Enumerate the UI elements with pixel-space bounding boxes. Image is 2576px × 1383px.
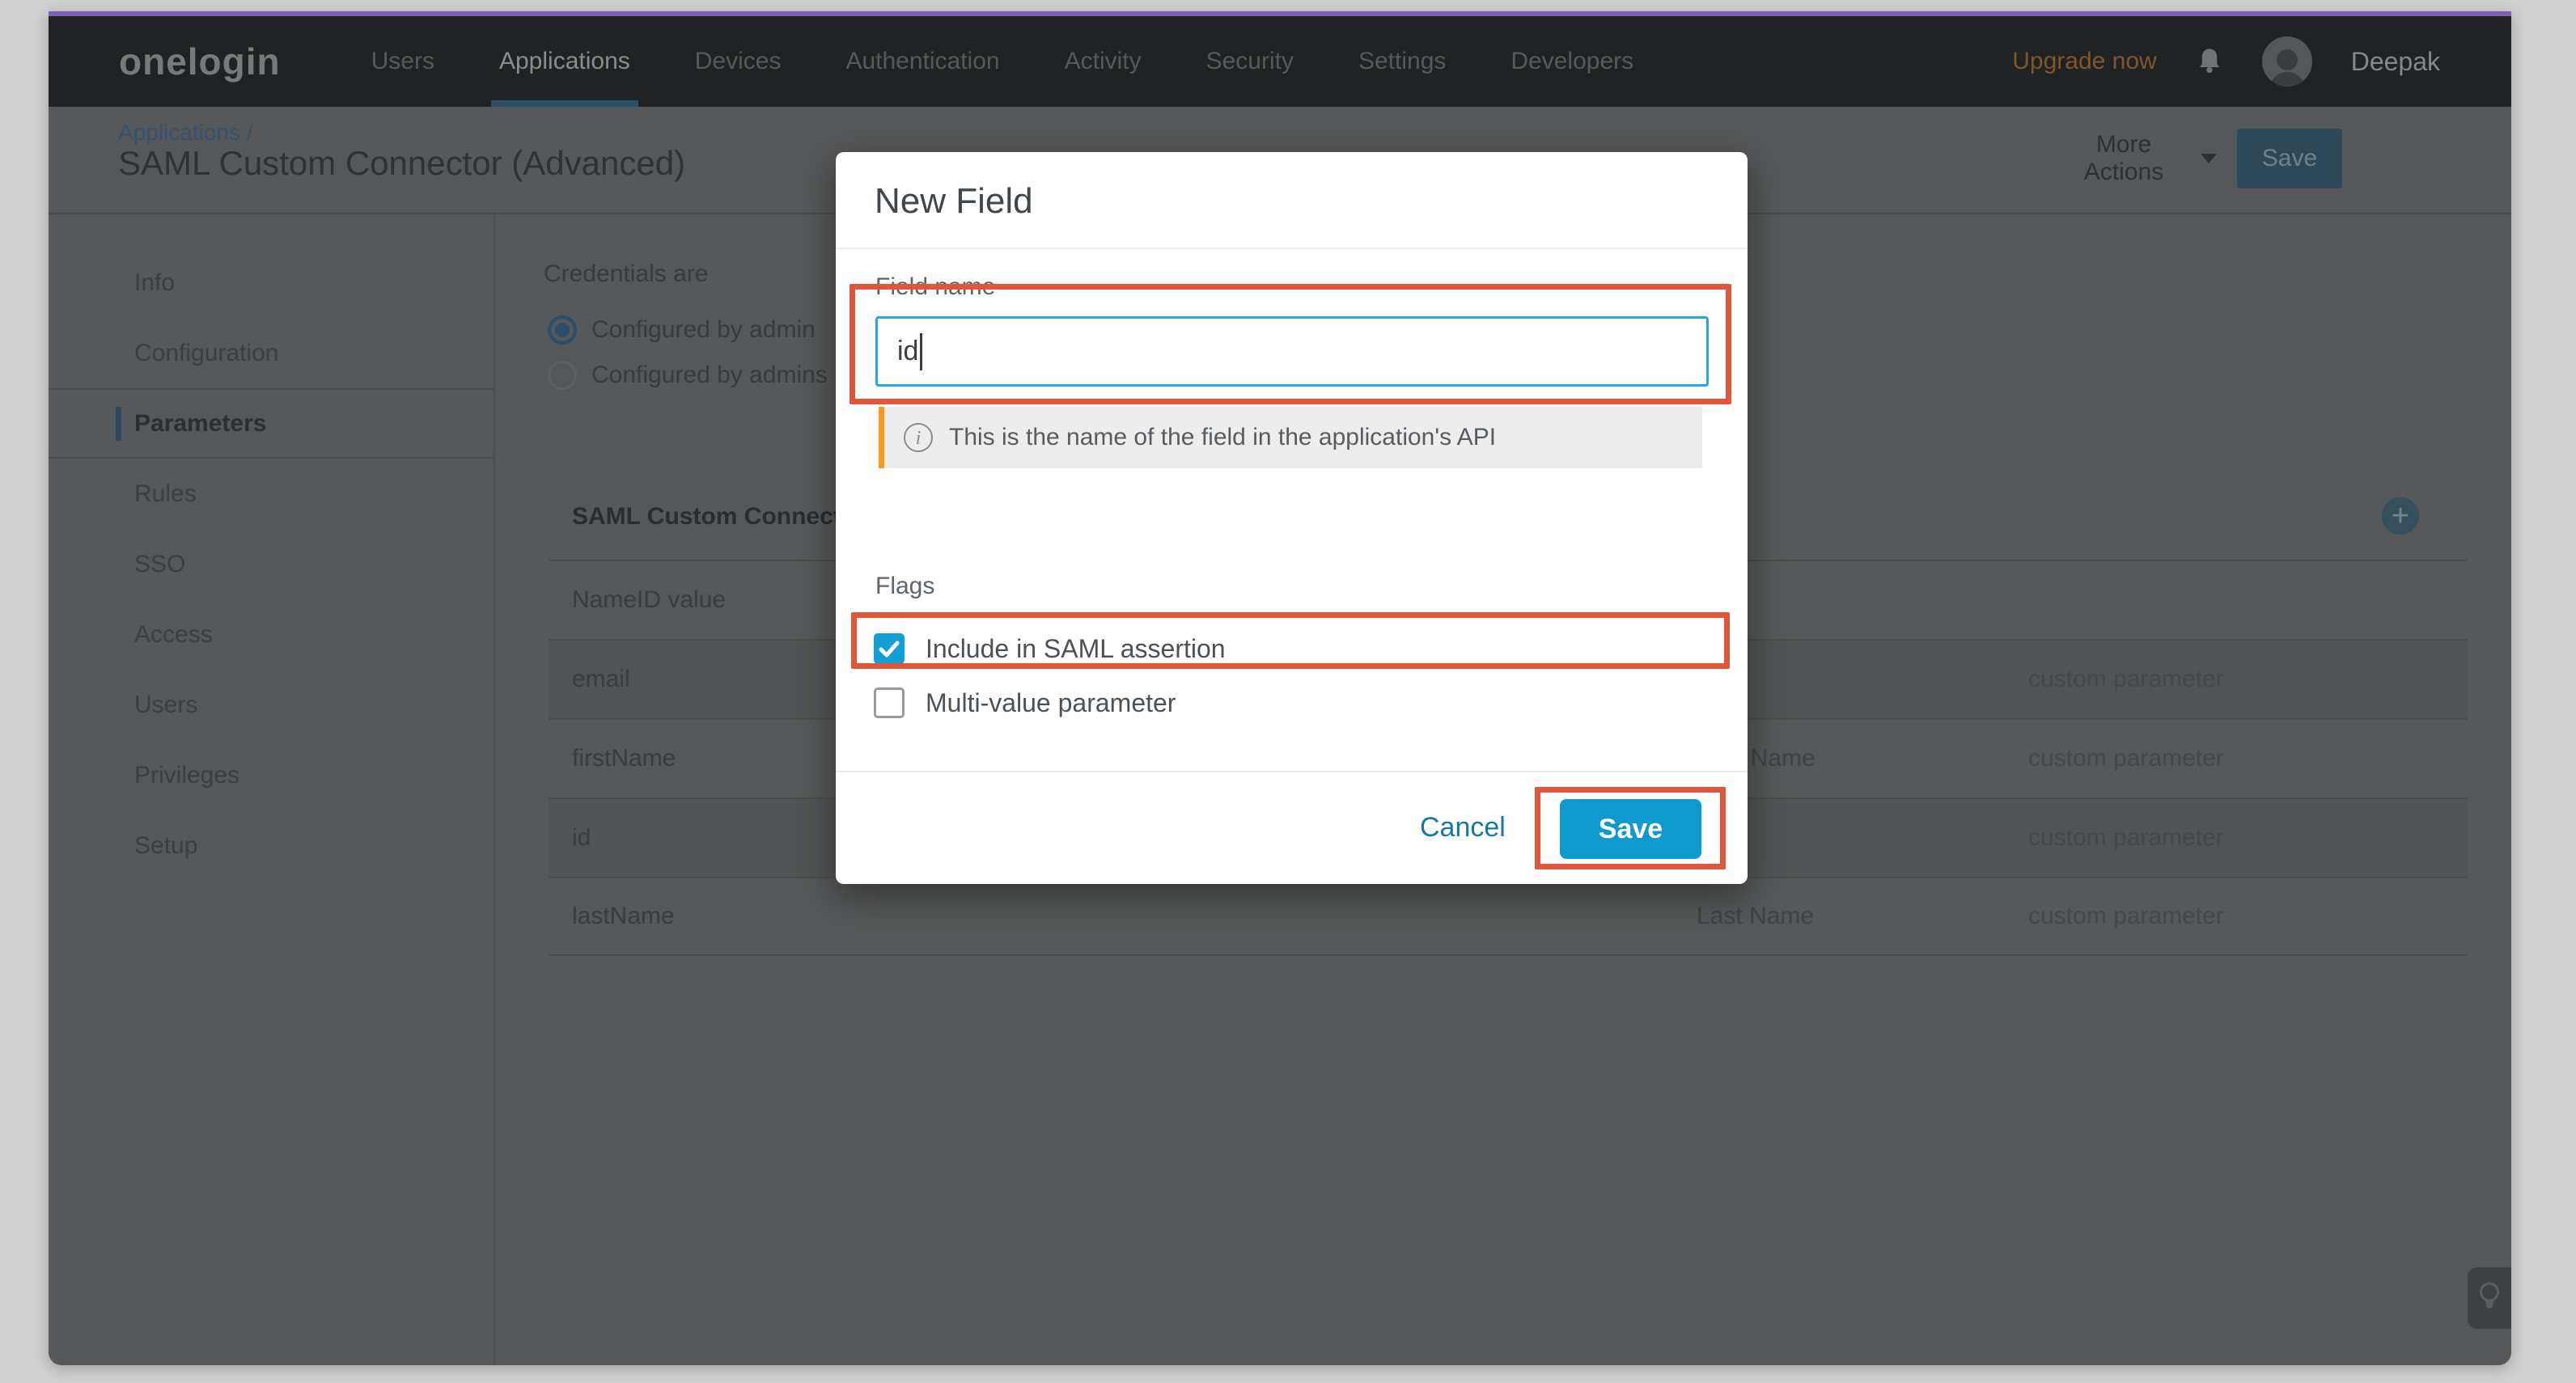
modal-title: New Field [875,181,1033,222]
info-icon: i [904,423,933,452]
user-name: Deepak [2351,47,2440,77]
sidebar-item-parameters[interactable]: Parameters [49,388,494,459]
new-field-modal: New Field Field name id i This is the na… [836,152,1748,884]
top-nav: onelogin Users Applications Devices Auth… [49,16,2511,107]
table-row[interactable]: lastName Last Name custom parameter [549,877,2468,956]
sidebar-item-access[interactable]: Access [49,599,494,670]
flags-label: Flags [875,573,934,600]
modal-title-divider [836,247,1748,249]
nav-item-authentication[interactable]: Authentication [845,16,999,107]
modal-save-button[interactable]: Save [1560,799,1701,859]
row-field-name: firstName [572,745,676,772]
modal-footer-divider [836,771,1748,772]
nav-item-applications[interactable]: Applications [499,16,630,107]
sidebar-item-rules[interactable]: Rules [49,459,494,529]
sidebar-item-users[interactable]: Users [49,670,494,740]
sidebar-item-setup[interactable]: Setup [49,810,494,881]
more-actions-label: More Actions [2058,131,2189,186]
row-field-name: email [572,666,630,693]
field-name-input-value: id [897,336,918,367]
field-name-info-box: i This is the name of the field in the a… [879,407,1702,468]
checkbox-label: Multi-value parameter [926,688,1176,718]
row-tag: custom parameter [2028,824,2224,852]
add-parameter-button[interactable]: + [2382,497,2419,535]
active-tab-underline [491,100,638,107]
breadcrumb[interactable]: Applications / [118,120,253,146]
upgrade-now-link[interactable]: Upgrade now [2012,48,2156,75]
row-field-name: NameID value [572,586,726,614]
checkbox-row-include-in-saml-assertion[interactable]: Include in SAML assertion [874,633,1226,664]
user-avatar[interactable] [2262,36,2312,87]
more-actions-button[interactable]: More Actions [2052,129,2223,188]
sidebar-divider [494,214,495,1365]
sidebar-item-sso[interactable]: SSO [49,529,494,599]
info-text: This is the name of the field in the app… [949,424,1496,451]
nav-item-applications-label: Applications [499,48,630,75]
onelogin-logo[interactable]: onelogin [119,40,281,83]
nav-item-developers[interactable]: Developers [1510,16,1633,107]
row-tag: custom parameter [2028,903,2224,930]
sidebar-item-info[interactable]: Info [49,247,494,318]
nav-item-devices[interactable]: Devices [695,16,782,107]
field-name-input[interactable]: id [875,316,1709,387]
chevron-down-icon [2201,154,2217,163]
checkbox-label: Include in SAML assertion [926,634,1226,664]
help-beacon-button[interactable] [2468,1267,2511,1329]
nav-right-cluster: Upgrade now Deepak [2012,36,2440,87]
radio-configured-by-admin[interactable]: Configured by admin [548,314,816,346]
sidebar-item-configuration[interactable]: Configuration [49,318,494,388]
checkbox-unchecked-icon[interactable] [874,687,905,718]
sidebar-item-privileges[interactable]: Privileges [49,740,494,810]
cancel-button[interactable]: Cancel [1420,812,1506,844]
screenshot-stage: onelogin Users Applications Devices Auth… [0,0,2576,1383]
notifications-bell-icon[interactable] [2196,46,2223,77]
page-save-button[interactable]: Save [2237,129,2342,188]
text-cursor [920,333,922,370]
nav-item-activity[interactable]: Activity [1065,16,1142,107]
lightbulb-icon [2477,1281,2502,1315]
radio-selected-icon[interactable] [548,315,577,345]
nav-item-settings[interactable]: Settings [1358,16,1446,107]
radio-configured-by-admins-and-users[interactable]: Configured by admins a [548,359,848,391]
row-field-name: id [572,824,591,852]
check-icon [874,633,905,664]
row-tag: custom parameter [2028,745,2224,772]
avatar-person-icon [2277,49,2298,70]
row-value: Last Name [1697,903,1814,930]
sidebar-nav: Info Configuration Parameters Rules SSO … [49,247,494,881]
checkbox-checked-icon[interactable] [874,633,905,664]
radio-label: Configured by admins a [591,362,848,389]
page-title: SAML Custom Connector (Advanced) [118,144,685,183]
sidebar-item-parameters-label: Parameters [134,410,266,438]
table-header-title: SAML Custom Connector [572,503,866,531]
radio-unselected-icon[interactable] [548,361,577,390]
field-name-label: Field name [875,273,995,301]
credentials-heading: Credentials are [544,260,708,288]
nav-item-users[interactable]: Users [371,16,434,107]
row-tag: custom parameter [2028,666,2224,693]
nav-item-security[interactable]: Security [1206,16,1294,107]
radio-label: Configured by admin [591,316,816,344]
row-field-name: lastName [572,903,675,930]
nav-items: Users Applications Devices Authenticatio… [371,16,1634,107]
active-item-bar [116,407,121,441]
plus-icon: + [2392,499,2409,533]
checkbox-row-multi-value-parameter[interactable]: Multi-value parameter [874,687,1176,718]
